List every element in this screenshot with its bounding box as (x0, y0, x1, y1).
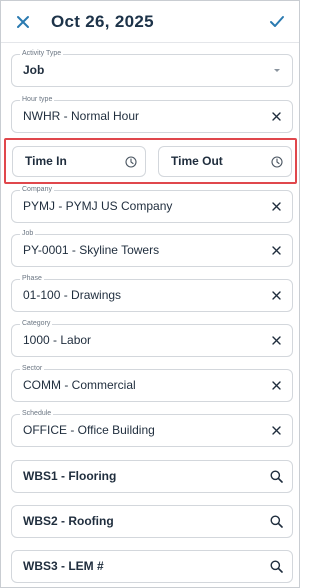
sector-value: COMM - Commercial (23, 378, 136, 392)
clock-icon (124, 155, 137, 168)
dropdown-arrow-icon (269, 63, 284, 78)
wbs3-lookup[interactable]: WBS3 - LEM # (11, 550, 293, 583)
activity-type-select[interactable]: Activity Type Job (11, 49, 293, 87)
search-icon[interactable] (269, 559, 284, 574)
wbs1-lookup[interactable]: WBS1 - Flooring (11, 460, 293, 493)
close-icon (17, 15, 29, 28)
time-in-label: Time In (25, 154, 67, 168)
time-out-field[interactable]: Time Out (158, 146, 292, 177)
wbs2-label: WBS2 - Roofing (23, 514, 114, 528)
time-entry-screen: Oct 26, 2025 Activity Type Job Hour type… (0, 0, 300, 588)
job-field[interactable]: Job PY-0001 - Skyline Towers (11, 229, 293, 267)
company-field[interactable]: Company PYMJ - PYMJ US Company (11, 185, 293, 223)
hour-type-field[interactable]: Hour type NWHR - Normal Hour (11, 95, 293, 133)
job-value: PY-0001 - Skyline Towers (23, 243, 160, 257)
clock-icon (270, 155, 283, 168)
wbs2-lookup[interactable]: WBS2 - Roofing (11, 505, 293, 538)
activity-type-value: Job (23, 63, 45, 77)
schedule-field[interactable]: Schedule OFFICE - Office Building (11, 409, 293, 447)
category-field[interactable]: Category 1000 - Labor (11, 319, 293, 357)
hour-type-value: NWHR - Normal Hour (23, 109, 140, 123)
check-icon (270, 15, 284, 27)
wbs1-label: WBS1 - Flooring (23, 469, 117, 483)
clear-icon[interactable] (269, 243, 284, 258)
wbs3-label: WBS3 - LEM # (23, 559, 104, 573)
time-out-label: Time Out (171, 154, 223, 168)
company-value: PYMJ - PYMJ US Company (23, 199, 173, 213)
page-title: Oct 26, 2025 (51, 11, 154, 31)
header-bar: Oct 26, 2025 (1, 1, 299, 43)
sector-field[interactable]: Sector COMM - Commercial (11, 364, 293, 402)
phase-field[interactable]: Phase 01-100 - Drawings (11, 274, 293, 312)
confirm-button[interactable] (265, 10, 289, 34)
clear-icon[interactable] (269, 423, 284, 438)
clear-icon[interactable] (269, 288, 284, 303)
clear-icon[interactable] (269, 333, 284, 348)
clear-icon[interactable] (269, 109, 284, 124)
schedule-value: OFFICE - Office Building (23, 423, 155, 437)
clear-icon[interactable] (269, 199, 284, 214)
search-icon[interactable] (269, 514, 284, 529)
search-icon[interactable] (269, 469, 284, 484)
time-in-field[interactable]: Time In (12, 146, 146, 177)
phase-value: 01-100 - Drawings (23, 288, 122, 302)
clear-icon[interactable] (269, 378, 284, 393)
category-value: 1000 - Labor (23, 333, 92, 347)
close-button[interactable] (11, 10, 35, 34)
